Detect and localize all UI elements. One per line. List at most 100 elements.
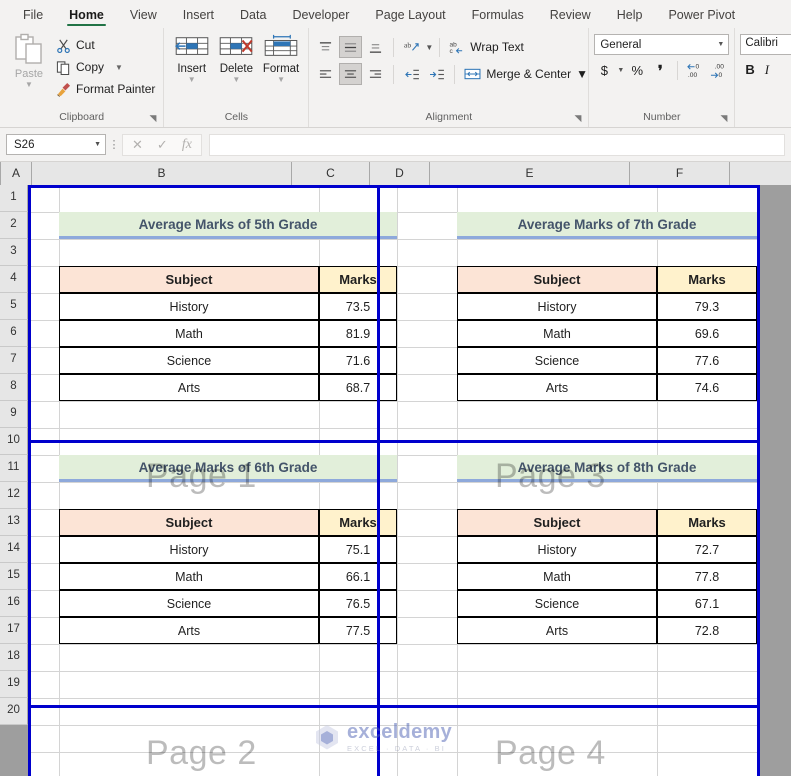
table-cell-marks[interactable]: 77.6 bbox=[657, 347, 757, 374]
chevron-down-icon[interactable]: ▼ bbox=[232, 76, 240, 84]
row-header-2[interactable]: 2 bbox=[0, 212, 28, 239]
row-header-13[interactable]: 13 bbox=[0, 509, 28, 536]
wrap-text-button[interactable]: ab c Wrap Text bbox=[446, 36, 527, 59]
font-name-select[interactable]: Calibri bbox=[740, 34, 791, 55]
row-header-7[interactable]: 7 bbox=[0, 347, 28, 374]
table-cell-subject[interactable]: History bbox=[457, 293, 657, 320]
ribbon-tab-formulas[interactable]: Formulas bbox=[459, 5, 537, 28]
chevron-down-icon[interactable]: ▼ bbox=[188, 76, 196, 84]
formula-input[interactable] bbox=[208, 133, 785, 156]
paste-button[interactable]: Paste ▼ bbox=[5, 31, 53, 89]
merge-center-button[interactable]: Merge & Center ▼ bbox=[461, 63, 591, 86]
table-cell-subject[interactable]: Science bbox=[59, 590, 319, 617]
table-cell-subject[interactable]: History bbox=[59, 293, 319, 320]
table-header-subject[interactable]: Subject bbox=[457, 509, 657, 536]
table-cell-marks[interactable]: 75.1 bbox=[319, 536, 397, 563]
table-header-subject[interactable]: Subject bbox=[59, 266, 319, 293]
ribbon-tab-developer[interactable]: Developer bbox=[279, 5, 362, 28]
row-header-1[interactable]: 1 bbox=[0, 185, 28, 212]
row-header-15[interactable]: 15 bbox=[0, 563, 28, 590]
row-header-6[interactable]: 6 bbox=[0, 320, 28, 347]
decrease-indent-button[interactable] bbox=[400, 63, 423, 85]
comma-style-button[interactable]: ❜ bbox=[650, 60, 670, 81]
row-header-18[interactable]: 18 bbox=[0, 644, 28, 671]
alignment-dialog-launcher-icon[interactable]: ◥ bbox=[574, 111, 581, 126]
cancel-icon[interactable]: ✕ bbox=[132, 137, 143, 153]
table-cell-marks[interactable]: 72.7 bbox=[657, 536, 757, 563]
table-cell-marks[interactable]: 72.8 bbox=[657, 617, 757, 644]
table-cell-subject[interactable]: History bbox=[59, 536, 319, 563]
ribbon-tab-page-layout[interactable]: Page Layout bbox=[362, 5, 458, 28]
table-title-average-marks-of-8th-grade[interactable]: Average Marks of 8th Grade bbox=[457, 455, 757, 482]
cut-button[interactable]: Cut bbox=[53, 34, 158, 56]
ribbon-tab-home[interactable]: Home bbox=[56, 5, 117, 28]
table-title-average-marks-of-7th-grade[interactable]: Average Marks of 7th Grade bbox=[457, 212, 757, 239]
table-cell-subject[interactable]: Arts bbox=[457, 617, 657, 644]
column-header-B[interactable]: B bbox=[32, 162, 292, 185]
table-cell-subject[interactable]: Math bbox=[457, 563, 657, 590]
row-header-12[interactable]: 12 bbox=[0, 482, 28, 509]
ribbon-tab-review[interactable]: Review bbox=[537, 5, 604, 28]
table-cell-marks[interactable]: 69.6 bbox=[657, 320, 757, 347]
table-header-subject[interactable]: Subject bbox=[59, 509, 319, 536]
table-cell-subject[interactable]: Arts bbox=[59, 617, 319, 644]
table-header-marks[interactable]: Marks bbox=[657, 509, 757, 536]
orientation-button[interactable]: ab bbox=[400, 36, 423, 58]
align-top-button[interactable] bbox=[314, 36, 337, 58]
table-cell-subject[interactable]: Science bbox=[59, 347, 319, 374]
chevron-down-icon[interactable]: ▼ bbox=[576, 67, 588, 81]
name-box[interactable]: S26 ▼ bbox=[6, 134, 106, 155]
table-cell-marks[interactable]: 81.9 bbox=[319, 320, 397, 347]
chevron-down-icon[interactable]: ▼ bbox=[277, 76, 285, 84]
table-header-marks[interactable]: Marks bbox=[657, 266, 757, 293]
row-header-4[interactable]: 4 bbox=[0, 266, 28, 293]
row-header-17[interactable]: 17 bbox=[0, 617, 28, 644]
table-cell-marks[interactable]: 77.5 bbox=[319, 617, 397, 644]
table-header-marks[interactable]: Marks bbox=[319, 266, 397, 293]
column-header-E[interactable]: E bbox=[430, 162, 630, 185]
table-cell-marks[interactable]: 73.5 bbox=[319, 293, 397, 320]
row-header-16[interactable]: 16 bbox=[0, 590, 28, 617]
insert-cells-button[interactable]: Insert ▼ bbox=[169, 31, 214, 84]
table-header-subject[interactable]: Subject bbox=[457, 266, 657, 293]
row-header-11[interactable]: 11 bbox=[0, 455, 28, 482]
number-format-select[interactable]: General ▼ bbox=[594, 34, 730, 55]
decrease-decimal-button[interactable]: .00 0 bbox=[708, 60, 728, 81]
table-cell-subject[interactable]: Math bbox=[457, 320, 657, 347]
align-center-button[interactable] bbox=[339, 63, 363, 85]
clipboard-dialog-launcher-icon[interactable]: ◥ bbox=[149, 111, 156, 126]
ribbon-tab-data[interactable]: Data bbox=[227, 5, 279, 28]
table-header-marks[interactable]: Marks bbox=[319, 509, 397, 536]
row-header-14[interactable]: 14 bbox=[0, 536, 28, 563]
increase-indent-button[interactable] bbox=[425, 63, 448, 85]
table-cell-marks[interactable]: 68.7 bbox=[319, 374, 397, 401]
table-cell-marks[interactable]: 67.1 bbox=[657, 590, 757, 617]
column-header-A[interactable]: A bbox=[1, 162, 32, 185]
align-middle-button[interactable] bbox=[339, 36, 363, 58]
accounting-format-button[interactable]: $ bbox=[594, 60, 614, 81]
insert-function-icon[interactable]: fx bbox=[182, 137, 192, 153]
bold-button[interactable]: B bbox=[745, 62, 754, 78]
select-all-button[interactable] bbox=[0, 162, 1, 185]
ribbon-tab-help[interactable]: Help bbox=[604, 5, 656, 28]
table-cell-marks[interactable]: 77.8 bbox=[657, 563, 757, 590]
ribbon-tab-insert[interactable]: Insert bbox=[170, 5, 227, 28]
format-painter-button[interactable]: Format Painter bbox=[53, 78, 158, 100]
ribbon-tab-file[interactable]: File bbox=[10, 5, 56, 28]
format-cells-button[interactable]: Format ▼ bbox=[259, 31, 304, 84]
percent-style-button[interactable]: % bbox=[627, 60, 647, 81]
column-header-C[interactable]: C bbox=[292, 162, 370, 185]
table-cell-subject[interactable]: Math bbox=[59, 563, 319, 590]
italic-button[interactable]: I bbox=[765, 62, 769, 78]
row-header-20[interactable]: 20 bbox=[0, 698, 28, 725]
formula-bar-expand-handle[interactable]: ⋮ bbox=[106, 138, 122, 151]
number-dialog-launcher-icon[interactable]: ◥ bbox=[720, 111, 727, 126]
column-header-F[interactable]: F bbox=[630, 162, 730, 185]
table-cell-subject[interactable]: History bbox=[457, 536, 657, 563]
align-left-button[interactable] bbox=[314, 63, 337, 85]
chevron-down-icon[interactable]: ▼ bbox=[425, 43, 433, 52]
table-cell-subject[interactable]: Math bbox=[59, 320, 319, 347]
row-header-3[interactable]: 3 bbox=[0, 239, 28, 266]
column-header-D[interactable]: D bbox=[370, 162, 430, 185]
table-title-average-marks-of-5th-grade[interactable]: Average Marks of 5th Grade bbox=[59, 212, 397, 239]
